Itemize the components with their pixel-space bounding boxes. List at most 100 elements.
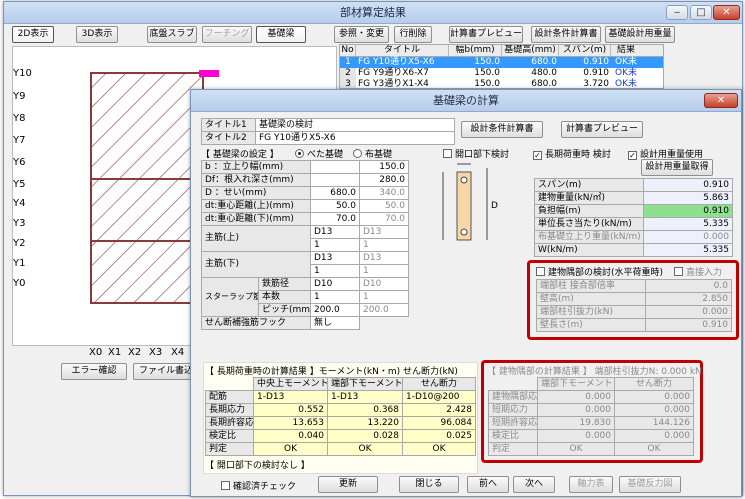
setting-value[interactable]: [310, 173, 360, 187]
checkbox: [443, 149, 452, 158]
load-value[interactable]: 5.335: [643, 217, 733, 231]
setting-value[interactable]: 280.0: [359, 173, 409, 187]
rebar-upper-label: 主筋(上): [201, 225, 311, 252]
setting-value[interactable]: [310, 160, 360, 174]
fg-close-button[interactable]: ✕: [704, 93, 738, 108]
title2-input[interactable]: FG Y10通りX5-X6: [255, 131, 455, 145]
direct-input-label: 直接入力: [686, 268, 723, 278]
rebar-lower-count[interactable]: 1: [310, 264, 360, 278]
rebar-upper-count[interactable]: 1: [310, 238, 360, 252]
error-check-button[interactable]: エラー確認: [61, 363, 127, 380]
result-cell: 0.028: [327, 429, 403, 443]
table-row[interactable]: 2 FG Y9通りX6-X7 150.0 480.0 0.910 OK未: [340, 68, 663, 79]
title1-input[interactable]: 基礎梁の検討: [255, 118, 455, 132]
corner-label: 端部柱 接合部倍率: [536, 279, 646, 293]
update-button[interactable]: 更新: [318, 476, 378, 493]
setting-value[interactable]: 50.0: [310, 199, 360, 213]
rebar-lower-dia[interactable]: D13: [310, 251, 360, 265]
design-cond-report-button[interactable]: 設計条件計算書: [531, 26, 601, 43]
next-button[interactable]: 次へ: [513, 476, 555, 493]
row-label: 長期許容応力: [205, 416, 254, 430]
report-preview-button[interactable]: 計算書プレビュー: [561, 121, 643, 138]
confirmed-check[interactable]: 確認済チェック: [221, 479, 296, 492]
long-term-check[interactable]: ✓ 長期荷重時 検討: [533, 147, 611, 160]
stirrup-pitch[interactable]: 200.0: [310, 303, 360, 317]
row-no: 1: [345, 57, 351, 67]
y-label: Y2: [13, 238, 26, 249]
rebar-bottom-icon: [460, 228, 468, 236]
ref-change-button[interactable]: 参照・変更: [334, 26, 389, 43]
bg-close-button[interactable]: ✕: [713, 5, 740, 20]
radio-mat-foundation[interactable]: べた基礎: [295, 147, 343, 160]
result-cell: 0.025: [402, 429, 476, 443]
shear-hook-value[interactable]: 無し: [310, 316, 360, 330]
load-value[interactable]: 0.910: [643, 178, 733, 192]
result-cell: OK: [402, 442, 476, 456]
radio-strip-foundation[interactable]: 布基礎: [353, 147, 392, 160]
corner-value: 0.0: [645, 279, 732, 293]
corner-results-heading: 【 建物隅部の計算結果 】 端部柱引抜力N: 0.000 kN: [487, 367, 702, 377]
setting-value[interactable]: 680.0: [310, 186, 360, 200]
checkbox: ✓: [533, 151, 542, 160]
setting-value[interactable]: 340.0: [359, 186, 409, 200]
result-cell: 0.000: [614, 403, 694, 417]
corner-value: 0.910: [645, 318, 732, 332]
load-label: 単位長さ当たり(kN/m): [534, 217, 644, 231]
member-list-table: No タイトル 幅b(mm) 基礎高(mm) スパン(m) 結果 1 FG Y1…: [339, 44, 664, 89]
corner-check[interactable]: 建物隅部の検討(水平荷重時): [536, 265, 663, 278]
mode-base-slab[interactable]: 底盤スラブ: [147, 26, 197, 43]
stirrup-dia2[interactable]: D10: [359, 277, 409, 291]
y-label: Y7: [13, 135, 26, 146]
col-header: 基礎高(mm): [502, 45, 559, 56]
stirrup-dia[interactable]: D10: [310, 277, 360, 291]
row-label: 長期応力: [205, 403, 254, 417]
row-height: 480.0: [531, 68, 557, 78]
stirrup-pitch2[interactable]: 200.0: [359, 303, 409, 317]
rebar-upper-count2[interactable]: 1: [359, 238, 409, 252]
row-span: 0.910: [583, 57, 609, 67]
prev-button[interactable]: 前へ: [467, 476, 509, 493]
setting-value[interactable]: 70.0: [359, 212, 409, 226]
close-button[interactable]: 閉じる: [399, 476, 459, 493]
corner-label: 壁高(m): [536, 292, 646, 306]
stirrup-count[interactable]: 1: [310, 290, 360, 304]
load-value[interactable]: 0.910: [643, 204, 733, 218]
design-condition-report-button[interactable]: 設計条件計算書: [461, 121, 543, 138]
result-cell: 0.040: [253, 429, 328, 443]
setting-value[interactable]: 50.0: [359, 199, 409, 213]
rebar-lower-count2[interactable]: 1: [359, 264, 409, 278]
setting-label: b ：立上り幅(mm): [201, 160, 311, 174]
delete-row-button[interactable]: 行削除: [394, 26, 432, 43]
x-label: X2: [128, 347, 142, 358]
rebar-upper-dia[interactable]: D13: [310, 225, 360, 239]
title2-label: タイトル2: [201, 131, 256, 145]
stirrup-count2[interactable]: 1: [359, 290, 409, 304]
row-result: OK未: [615, 57, 637, 67]
calc-preview-button[interactable]: 計算書プレビュー: [449, 26, 523, 43]
slab-area-2: [90, 178, 194, 242]
radio-dot: [295, 149, 304, 158]
bg-maximize-button[interactable]: □: [690, 5, 712, 20]
bg-minimize-button[interactable]: ‒: [666, 5, 688, 20]
rebar-lower-dia2[interactable]: D13: [359, 251, 409, 265]
load-value[interactable]: 5.863: [643, 191, 733, 205]
tab-3d-view[interactable]: 3D表示: [76, 26, 118, 43]
tab-2d-view[interactable]: 2D表示: [12, 26, 54, 43]
mode-footing: フーチング: [202, 26, 252, 43]
setting-value[interactable]: 70.0: [310, 212, 360, 226]
setting-label: dt:重心距離(上)(mm): [201, 199, 311, 213]
bg-window-title: 部材算定結果: [340, 6, 406, 19]
load-label: W(kN/m): [534, 243, 644, 257]
y-label: Y3: [13, 218, 26, 229]
row-width: 150.0: [474, 57, 500, 67]
load-value[interactable]: 5.335: [643, 243, 733, 257]
get-design-weight-button[interactable]: 設計用重量取得: [641, 159, 713, 176]
setting-value[interactable]: 150.0: [359, 160, 409, 174]
rebar-upper-dia2[interactable]: D13: [359, 225, 409, 239]
beam-section-diagram: D: [442, 163, 498, 241]
load-value[interactable]: 0.000: [643, 230, 733, 244]
table-row[interactable]: 3 FG Y3通りX1-X4 150.0 680.0 3.720 OK未: [340, 79, 663, 88]
mode-foundation-beam[interactable]: 基礎梁: [256, 26, 306, 43]
foundation-weight-button[interactable]: 基礎設計用重量: [605, 26, 675, 43]
table-row[interactable]: 1 FG Y10通りX5-X6 150.0 680.0 0.910 OK未: [340, 57, 663, 68]
